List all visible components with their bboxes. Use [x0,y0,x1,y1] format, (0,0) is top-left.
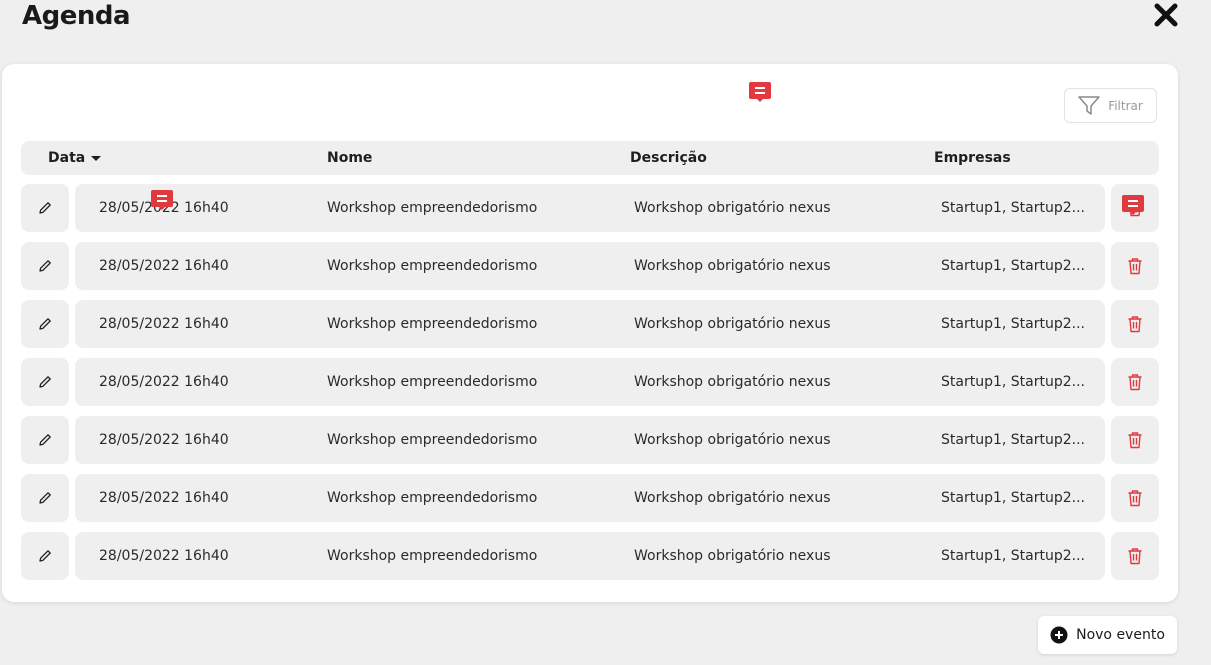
cell-description: Workshop obrigatório nexus [634,490,831,506]
cell-date: 28/05/2022 16h40 [99,548,229,564]
table-row: 28/05/2022 16h40 Workshop empreendedoris… [21,300,1159,348]
edit-button[interactable] [21,242,69,290]
cell-date: 28/05/2022 16h40 [99,316,229,332]
table-row: 28/05/2022 16h40 Workshop empreendedoris… [21,416,1159,464]
cell-description: Workshop obrigatório nexus [634,258,831,274]
cell-date: 28/05/2022 16h40 [99,374,229,390]
trash-icon [1128,258,1142,275]
edit-button[interactable] [21,300,69,348]
trash-icon [1128,432,1142,449]
page-title: Agenda [22,1,131,31]
delete-button[interactable] [1111,300,1159,348]
cell-companies: Startup1, Startup2... [941,548,1085,564]
column-header-name: Nome [327,150,373,166]
edit-button[interactable] [21,358,69,406]
trash-icon [1128,548,1142,565]
row-body[interactable]: 28/05/2022 16h40 Workshop empreendedoris… [75,358,1105,406]
row-body[interactable]: 28/05/2022 16h40 Workshop empreendedoris… [75,300,1105,348]
cell-companies: Startup1, Startup2... [941,316,1085,332]
sort-caret-icon [91,155,102,161]
row-body[interactable]: 28/05/2022 16h40 Workshop empreendedoris… [75,474,1105,522]
close-button[interactable] [1153,2,1179,28]
pencil-icon [39,376,51,388]
table-row: 28/05/2022 16h40 Workshop empreendedoris… [21,184,1159,232]
column-header-date[interactable]: Data [48,141,102,175]
delete-button[interactable] [1111,358,1159,406]
cell-description: Workshop obrigatório nexus [634,374,831,390]
cell-date: 28/05/2022 16h40 [99,490,229,506]
cell-date: 28/05/2022 16h40 [99,432,229,448]
pencil-icon [39,202,51,214]
trash-icon [1128,490,1142,507]
new-event-button[interactable]: Novo evento [1038,616,1177,654]
cell-description: Workshop obrigatório nexus [634,548,831,564]
cell-description: Workshop obrigatório nexus [634,316,831,332]
pencil-icon [39,260,51,272]
table-row: 28/05/2022 16h40 Workshop empreendedoris… [21,474,1159,522]
plus-circle-icon [1050,626,1068,644]
pencil-icon [39,318,51,330]
comment-icon[interactable] [1121,193,1145,217]
table-row: 28/05/2022 16h40 Workshop empreendedoris… [21,358,1159,406]
table-header: Data Nome Descrição Empresas [21,141,1159,175]
cell-date: 28/05/2022 16h40 [99,258,229,274]
cell-name: Workshop empreendedorismo [327,432,538,448]
row-body[interactable]: 28/05/2022 16h40 Workshop empreendedoris… [75,242,1105,290]
trash-icon [1128,316,1142,333]
pencil-icon [39,492,51,504]
cell-name: Workshop empreendedorismo [327,258,538,274]
filter-button[interactable]: Filtrar [1064,88,1157,123]
pencil-icon [39,550,51,562]
cell-companies: Startup1, Startup2... [941,432,1085,448]
column-header-companies: Empresas [934,150,1011,166]
edit-button[interactable] [21,474,69,522]
pencil-icon [39,434,51,446]
row-body[interactable]: 28/05/2022 16h40 Workshop empreendedoris… [75,532,1105,580]
table-row: 28/05/2022 16h40 Workshop empreendedoris… [21,242,1159,290]
cell-companies: Startup1, Startup2... [941,258,1085,274]
trash-icon [1128,374,1142,391]
edit-button[interactable] [21,416,69,464]
close-icon [1154,3,1178,27]
row-body[interactable]: 28/05/2022 16h40 Workshop empreendedoris… [75,184,1105,232]
cell-name: Workshop empreendedorismo [327,374,538,390]
new-event-label: Novo evento [1076,627,1165,643]
cell-name: Workshop empreendedorismo [327,316,538,332]
comment-icon[interactable] [748,80,772,104]
cell-description: Workshop obrigatório nexus [634,200,831,216]
cell-companies: Startup1, Startup2... [941,200,1085,216]
column-header-date-label: Data [48,150,86,166]
cell-name: Workshop empreendedorismo [327,490,538,506]
delete-button[interactable] [1111,532,1159,580]
cell-companies: Startup1, Startup2... [941,490,1085,506]
filter-icon [1078,95,1100,115]
filter-label: Filtrar [1108,98,1143,113]
column-header-description: Descrição [630,150,707,166]
delete-button[interactable] [1111,242,1159,290]
cell-description: Workshop obrigatório nexus [634,432,831,448]
table-row: 28/05/2022 16h40 Workshop empreendedoris… [21,532,1159,580]
cell-companies: Startup1, Startup2... [941,374,1085,390]
agenda-card: Filtrar Data Nome Descrição Empresas 28/… [2,64,1178,602]
comment-icon[interactable] [150,188,174,212]
edit-button[interactable] [21,532,69,580]
row-body[interactable]: 28/05/2022 16h40 Workshop empreendedoris… [75,416,1105,464]
cell-name: Workshop empreendedorismo [327,548,538,564]
cell-name: Workshop empreendedorismo [327,200,538,216]
delete-button[interactable] [1111,474,1159,522]
delete-button[interactable] [1111,416,1159,464]
edit-button[interactable] [21,184,69,232]
